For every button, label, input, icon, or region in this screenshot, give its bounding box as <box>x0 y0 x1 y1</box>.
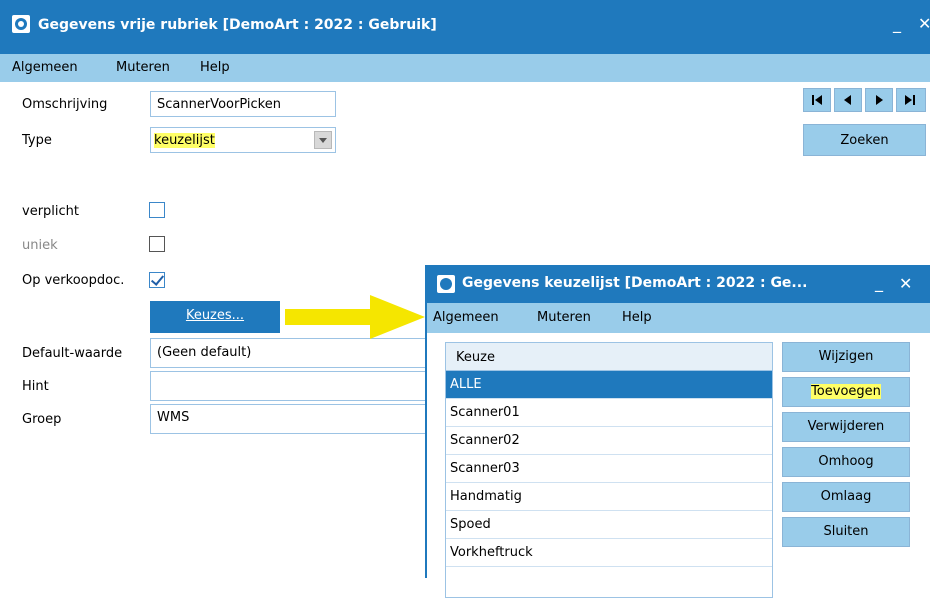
list-item[interactable]: ALLE <box>446 371 772 399</box>
main-close-button[interactable]: ✕ <box>918 14 930 33</box>
keuzes-button-label: Keuzes... <box>185 308 245 323</box>
zoeken-button[interactable]: Zoeken <box>803 124 926 156</box>
list-item[interactable]: Vorkheftruck <box>446 539 772 567</box>
verplicht-checkbox[interactable] <box>149 202 165 218</box>
keuzes-button[interactable]: Keuzes... <box>150 301 280 333</box>
app-logo-icon <box>437 275 455 293</box>
verwijderen-button[interactable]: Verwijderen <box>782 412 910 442</box>
main-window-title: Gegevens vrije rubriek [DemoArt : 2022 :… <box>38 17 437 33</box>
next-icon <box>876 95 883 105</box>
keuze-list[interactable]: Keuze ALLE Scanner01 Scanner02 Scanner03… <box>445 342 773 598</box>
sub-menu-algemeen[interactable]: Algemeen <box>433 310 499 325</box>
sub-title-bar: Gegevens keuzelijst [DemoArt : 2022 : Ge… <box>427 265 930 303</box>
default-waarde-label: Default-waarde <box>22 346 123 361</box>
omhoog-button[interactable]: Omhoog <box>782 447 910 477</box>
main-menu-bar: Algemeen Muteren Help <box>0 54 930 82</box>
menu-help[interactable]: Help <box>200 60 230 75</box>
uniek-checkbox[interactable] <box>149 236 165 252</box>
sluiten-button[interactable]: Sluiten <box>782 517 910 547</box>
list-item[interactable]: Scanner03 <box>446 455 772 483</box>
groep-field[interactable]: WMS <box>150 404 426 434</box>
arrow-annotation-icon <box>285 295 425 339</box>
list-item[interactable]: Scanner01 <box>446 399 772 427</box>
toevoegen-button-label: Toevoegen <box>811 384 881 399</box>
type-select-value: keuzelijst <box>154 133 215 148</box>
prev-record-button[interactable] <box>834 88 862 112</box>
omlaag-button[interactable]: Omlaag <box>782 482 910 512</box>
main-minimize-button[interactable]: _ <box>893 14 901 33</box>
groep-label: Groep <box>22 412 62 427</box>
menu-muteren[interactable]: Muteren <box>116 60 170 75</box>
keuze-column-header[interactable]: Keuze <box>446 343 772 371</box>
type-select[interactable]: keuzelijst <box>150 127 336 153</box>
last-record-button[interactable] <box>896 88 926 112</box>
list-item[interactable]: Scanner02 <box>446 427 772 455</box>
sub-menu-bar: Algemeen Muteren Help <box>427 303 930 333</box>
chevron-down-icon[interactable] <box>314 131 332 149</box>
sub-minimize-button[interactable]: _ <box>875 273 883 292</box>
app-logo-icon <box>12 15 30 33</box>
menu-algemeen[interactable]: Algemeen <box>12 60 78 75</box>
prev-icon <box>844 95 851 105</box>
last-icon <box>905 95 915 105</box>
first-record-button[interactable] <box>803 88 831 112</box>
verplicht-label: verplicht <box>22 204 79 219</box>
list-item[interactable]: Spoed <box>446 511 772 539</box>
omschrijving-label: Omschrijving <box>22 97 108 112</box>
type-label: Type <box>22 133 52 148</box>
sub-window-title: Gegevens keuzelijst [DemoArt : 2022 : Ge… <box>462 275 808 291</box>
hint-field[interactable] <box>150 371 426 401</box>
hint-label: Hint <box>22 379 49 394</box>
op-verkoopdoc-checkbox[interactable] <box>149 272 165 288</box>
keuzelijst-window: Gegevens keuzelijst [DemoArt : 2022 : Ge… <box>425 265 930 598</box>
toevoegen-button[interactable]: Toevoegen <box>782 377 910 407</box>
wijzigen-button[interactable]: Wijzigen <box>782 342 910 372</box>
uniek-label: uniek <box>22 238 58 253</box>
omschrijving-field[interactable]: ScannerVoorPicken <box>150 91 336 117</box>
sub-menu-muteren[interactable]: Muteren <box>537 310 591 325</box>
sub-menu-help[interactable]: Help <box>622 310 652 325</box>
next-record-button[interactable] <box>865 88 893 112</box>
op-verkoopdoc-label: Op verkoopdoc. <box>22 273 125 288</box>
first-icon <box>812 95 822 105</box>
sub-close-button[interactable]: ✕ <box>899 274 912 293</box>
default-waarde-field[interactable]: (Geen default) <box>150 338 426 368</box>
main-title-bar: Gegevens vrije rubriek [DemoArt : 2022 :… <box>0 0 930 54</box>
list-item[interactable]: Handmatig <box>446 483 772 511</box>
